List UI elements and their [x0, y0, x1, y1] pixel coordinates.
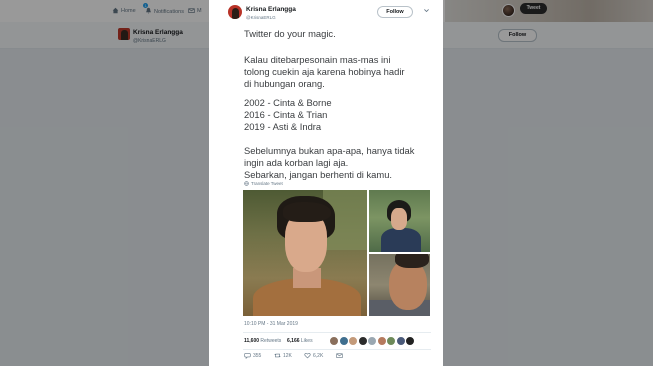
- like-action[interactable]: 6,2K: [304, 352, 323, 359]
- like-action-count: 6,2K: [313, 352, 324, 359]
- tweet-photo-top-right[interactable]: [369, 190, 430, 252]
- tweet-text-line: Twitter do your magic.: [244, 28, 336, 39]
- tweet-photo-bottom-right[interactable]: [369, 254, 430, 316]
- follow-button[interactable]: Follow: [377, 6, 413, 18]
- like-stat[interactable]: 6,166 Likes: [287, 338, 313, 344]
- message-action[interactable]: [336, 352, 343, 359]
- message-icon: [336, 353, 343, 358]
- reply-icon: [244, 353, 251, 359]
- globe-icon: [244, 181, 249, 186]
- reply-action[interactable]: 355: [244, 352, 261, 359]
- tweet-text-line: 2002 - Cinta & Borne: [244, 97, 332, 108]
- retweet-count: 11,600: [244, 338, 260, 344]
- like-count: 6,166: [287, 338, 300, 344]
- author-handle: @KrisnaERLG: [246, 15, 276, 20]
- liker-avatar[interactable]: [329, 336, 339, 346]
- translate-tweet-link[interactable]: Translate Tweet: [244, 181, 283, 186]
- tweet-text-line: 2019 - Asti & Indra: [244, 121, 322, 132]
- tweet-card: Krisna Erlangga @KrisnaERLG Follow Twitt…: [209, 0, 443, 366]
- chevron-down-icon[interactable]: [423, 7, 430, 14]
- tweet-text-line: ingin ada korban lagi aja.: [244, 157, 349, 168]
- tweet-text-line: tolong cuekin aja karena hobinya hadir: [244, 66, 405, 77]
- liker-avatar[interactable]: [367, 336, 377, 346]
- retweet-icon: [274, 353, 281, 358]
- tweet-timestamp[interactable]: 10:10 PM - 31 Mar 2019: [244, 321, 298, 327]
- tweet-text-line: Sebelumnya bukan apa-apa, hanya tidak: [244, 145, 415, 156]
- translate-label: Translate Tweet: [251, 181, 283, 186]
- reply-count: 355: [253, 352, 262, 359]
- liker-avatar[interactable]: [405, 336, 415, 346]
- tweet-text-line: Kalau ditebarpesonain mas-mas ini: [244, 54, 391, 65]
- tweet-stats: 11,600 Retweets 6,166 Likes: [243, 332, 431, 350]
- liker-avatar[interactable]: [348, 336, 358, 346]
- tweet-text-line: Sebarkan, jangan berhenti di kamu.: [244, 169, 393, 180]
- liker-avatar[interactable]: [376, 336, 387, 346]
- liker-avatar[interactable]: [395, 336, 406, 346]
- liker-avatar[interactable]: [386, 336, 396, 346]
- heart-icon: [304, 353, 311, 359]
- retweet-action[interactable]: 12K: [274, 352, 292, 359]
- tweet-text-line: 2016 - Cinta & Trian: [244, 109, 328, 120]
- tweet-text-line: di hubungan orang.: [244, 78, 325, 89]
- author-name[interactable]: Krisna Erlangga: [246, 6, 296, 13]
- retweet-stat[interactable]: 11,600 Retweets: [244, 338, 281, 344]
- retweet-action-count: 12K: [283, 352, 292, 359]
- tweet-photo-main[interactable]: [243, 190, 367, 316]
- liker-avatar[interactable]: [338, 336, 349, 346]
- liker-avatar[interactable]: [357, 336, 368, 346]
- retweet-label: Retweets: [260, 338, 282, 344]
- like-label: Likes: [300, 338, 313, 344]
- author-avatar[interactable]: [228, 5, 242, 19]
